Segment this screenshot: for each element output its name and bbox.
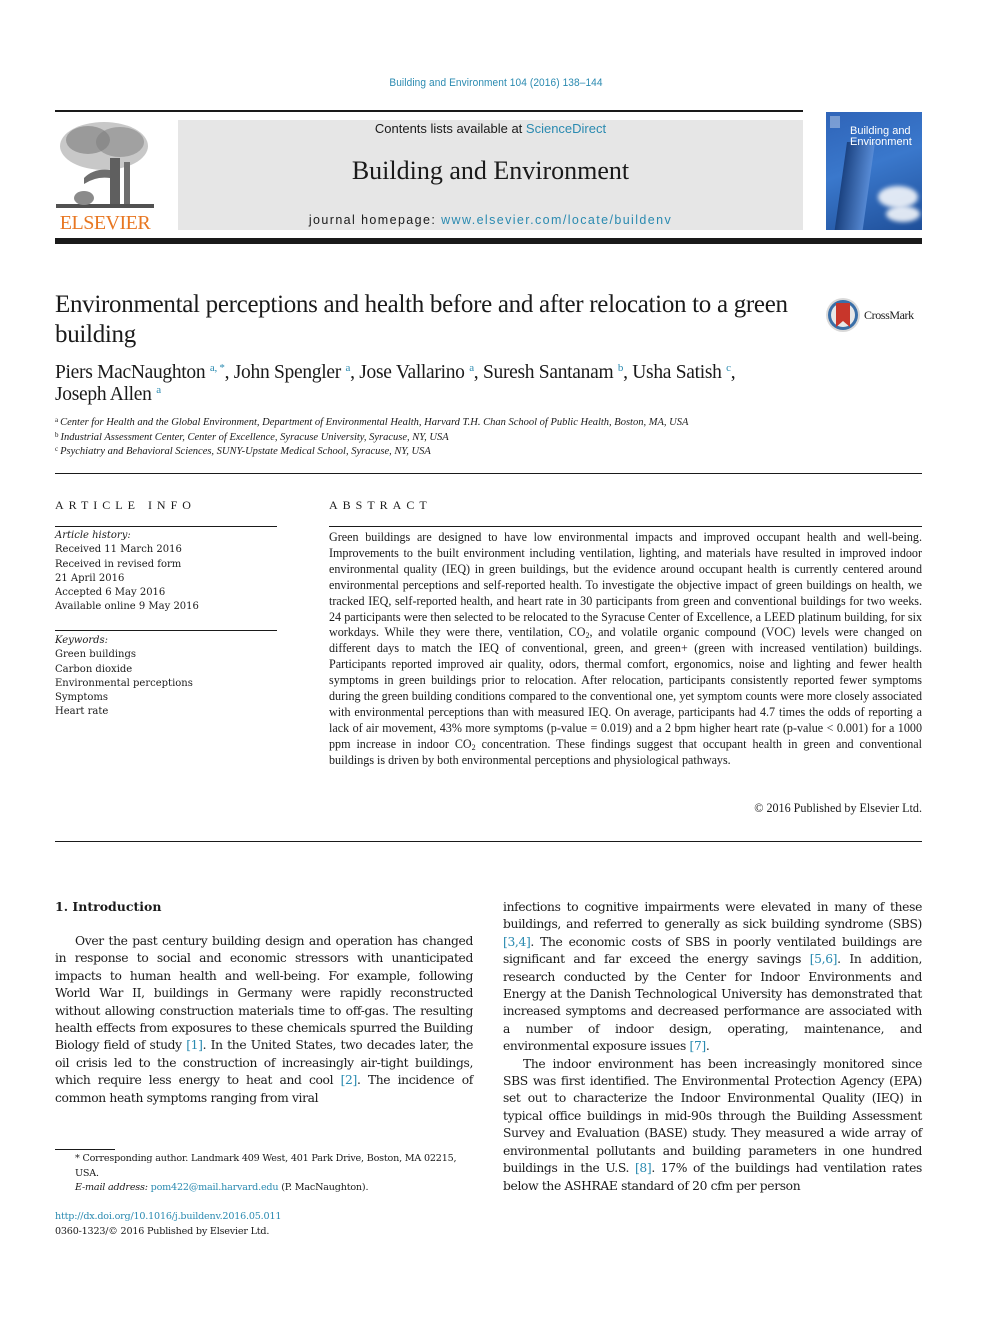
cover-cloud (878, 186, 918, 208)
author-name[interactable]: John Spengler (234, 362, 341, 383)
cover-building-graphic (832, 142, 876, 230)
text-segment: Over the past century building design an… (55, 934, 473, 1053)
reference-link[interactable]: [7] (690, 1039, 707, 1053)
text-segment: The indoor environment has been increasi… (503, 1056, 922, 1176)
cover-cloud (886, 206, 920, 222)
journal-citation-link[interactable]: Building and Environment 104 (2016) 138–… (40, 77, 953, 89)
author-affiliation-marker[interactable]: a, * (210, 362, 225, 374)
author-list: Piers MacNaughton a, *, John Spengler a,… (55, 362, 815, 406)
keywords-rule (55, 630, 277, 631)
affiliation-rule (55, 473, 922, 474)
homepage-prefix: journal homepage: (308, 213, 442, 227)
journal-homepage-line: journal homepage: www.elsevier.com/locat… (178, 213, 803, 227)
article-history-heading: Article history: (55, 530, 131, 541)
affiliation-text: Industrial Assessment Center, Center of … (60, 431, 449, 443)
keyword-item: Environmental perceptions (55, 677, 193, 689)
email-line: E-mail address: pom422@mail.harvard.edu … (55, 1181, 473, 1196)
author-name[interactable]: Suresh Santanam (483, 362, 614, 383)
journal-homepage-link[interactable]: www.elsevier.com/locate/buildenv (441, 213, 672, 227)
affiliation-item: c Psychiatry and Behavioral Sciences, SUN… (55, 445, 925, 460)
journal-name: Building and Environment (351, 156, 630, 185)
abstract-rule (329, 526, 922, 527)
header-top-rule (55, 110, 803, 112)
history-item: Accepted 6 May 2016 (55, 587, 166, 599)
body-paragraph: infections to cognitive impairments were… (503, 899, 922, 1056)
author-separator: , (623, 362, 633, 383)
abstract-segment: , and volatile organic compound (VOC) le… (329, 625, 923, 751)
email-link[interactable]: pom422@mail.harvard.edu (151, 1182, 279, 1193)
history-item: Received in revised form (55, 558, 182, 570)
article-title: Environmental perceptions and health bef… (55, 291, 788, 348)
author-affiliation-marker[interactable]: a (156, 384, 161, 396)
crossmark-label: CrossMark (864, 308, 914, 322)
affiliation-key: b (55, 430, 59, 439)
doi-link[interactable]: http://dx.doi.org/10.1016/j.buildenv.201… (55, 1211, 281, 1222)
keyword-item: Carbon dioxide (55, 663, 133, 675)
header-thick-rule (55, 238, 922, 244)
issn-copyright: 0360-1323/© 2016 Published by Elsevier L… (55, 1226, 270, 1237)
keyword-item: Green buildings (55, 649, 137, 661)
abstract-heading: ABSTRACT (329, 498, 432, 512)
history-item: Received 11 March 2016 (55, 544, 182, 556)
text-segment: . In addition, research conducted by the… (503, 952, 923, 1054)
elsevier-wordmark: ELSEVIER (59, 212, 151, 234)
contents-prefix: Contents lists available at (374, 121, 526, 136)
cover-title: Building and Environment (850, 125, 912, 148)
body-column-left: Over the past century building design an… (55, 933, 473, 1107)
history-item: 21 April 2016 (55, 572, 125, 584)
history-item: Available online 9 May 2016 (55, 601, 199, 613)
crossmark-badge[interactable]: CrossMark (825, 297, 922, 333)
author-name[interactable]: Usha Satish (632, 362, 722, 383)
body-paragraph: The indoor environment has been increasi… (503, 1056, 922, 1195)
affiliation-list: a Center for Health and the Global Enviro… (55, 416, 925, 460)
affiliation-item: a Center for Health and the Global Enviro… (55, 416, 925, 431)
affiliation-text: Psychiatry and Behavioral Sciences, SUNY… (60, 446, 431, 457)
abstract-copyright: © 2016 Published by Elsevier Ltd. (754, 801, 922, 815)
article-info-rule (55, 526, 277, 527)
author-separator: , (473, 362, 483, 383)
reference-link[interactable]: [5,6] (810, 952, 838, 966)
reference-link[interactable]: [2] (341, 1073, 358, 1087)
author-separator: , (350, 362, 360, 383)
contents-available-line: Contents lists available at ScienceDirec… (178, 121, 803, 136)
reference-link[interactable]: [3,4] (503, 935, 531, 949)
keyword-item: Symptoms (55, 692, 109, 704)
journal-cover-image: Building and Environment (826, 112, 922, 230)
author-name[interactable]: Piers MacNaughton (55, 362, 206, 383)
author-separator: , (224, 362, 234, 383)
sciencedirect-link[interactable]: ScienceDirect (526, 121, 606, 136)
abstract-text: Green buildings are designed to have low… (329, 530, 922, 769)
abstract-segment: Green buildings are designed to have low… (329, 530, 922, 640)
corresponding-author-note: * Corresponding author. Landmark 409 Wes… (75, 1153, 457, 1179)
reference-link[interactable]: [1] (186, 1038, 203, 1052)
affiliation-item: b Industrial Assessment Center, Center of… (55, 431, 925, 446)
cover-publisher-logo-icon (830, 116, 840, 128)
affiliation-text: Center for Health and the Global Environ… (60, 417, 689, 428)
affiliation-key: a (55, 416, 59, 424)
author-name[interactable]: Jose Vallarino (359, 362, 465, 383)
email-suffix: (P. MacNaughton). (278, 1182, 369, 1193)
text-segment: . (705, 1039, 710, 1054)
article-history: Article history: Received 11 March 2016 … (55, 529, 277, 615)
body-paragraph: Over the past century building design an… (55, 933, 473, 1107)
author-separator: , (730, 362, 736, 383)
affiliation-key: c (55, 445, 59, 453)
keywords-heading: Keywords: (55, 635, 109, 646)
body-column-right: infections to cognitive impairments were… (503, 899, 922, 1195)
footnote: * Corresponding author. Landmark 409 Wes… (55, 1152, 473, 1196)
author-name[interactable]: Joseph Allen (55, 384, 152, 405)
article-info-heading: ARTICLE INFO (55, 498, 196, 512)
keyword-item: Heart rate (55, 706, 109, 718)
email-label: E-mail address: (75, 1182, 151, 1193)
crossmark-icon (826, 298, 860, 332)
reference-link[interactable]: [8] (635, 1161, 652, 1175)
keywords-list: Keywords: Green buildings Carbon dioxide… (55, 634, 277, 720)
abstract-end-rule (55, 841, 922, 842)
text-segment: infections to cognitive impairments were… (503, 900, 922, 932)
section-heading-introduction: 1. Introduction (55, 899, 162, 914)
footnote-rule (55, 1149, 115, 1150)
